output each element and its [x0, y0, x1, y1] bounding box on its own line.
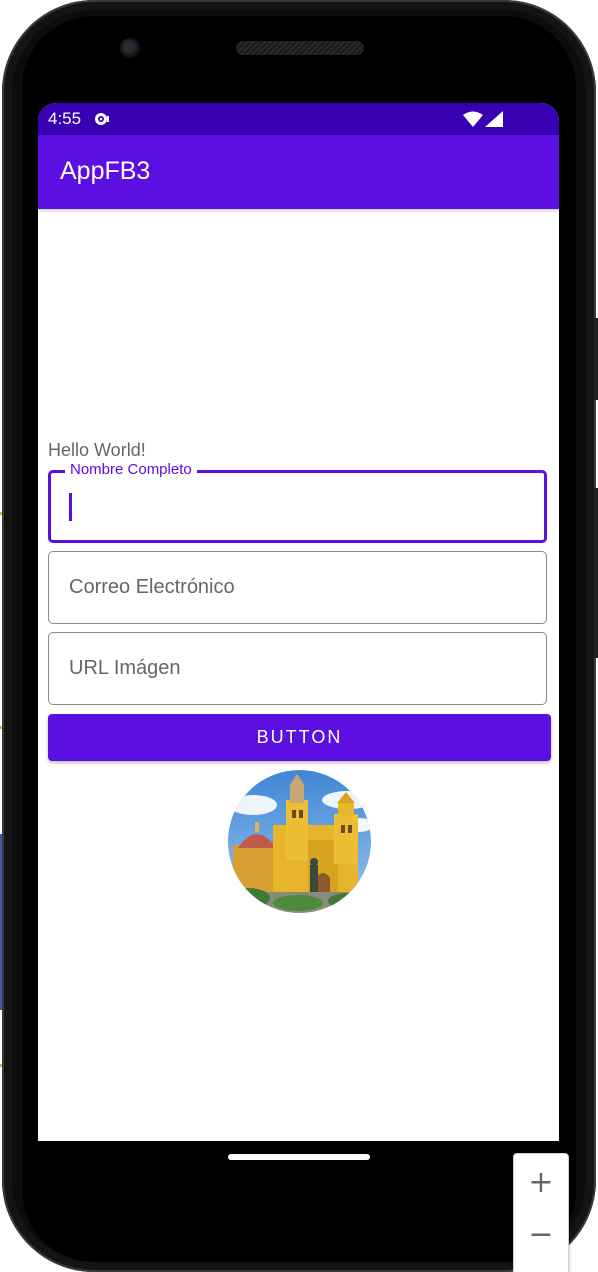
- zoom-in-button[interactable]: +: [514, 1158, 568, 1208]
- emulator-window: 4:55 AppFB3 Hello World! Nombre Completo: [0, 0, 598, 1272]
- app-title: AppFB3: [60, 157, 151, 185]
- status-time: 4:55: [48, 109, 82, 128]
- image-url-placeholder: URL Imágen: [69, 657, 181, 679]
- email-placeholder: Correo Electrónico: [69, 576, 235, 598]
- earpiece-speaker: [236, 41, 364, 55]
- full-name-field[interactable]: Nombre Completo: [48, 461, 547, 543]
- cell-signal-icon: [485, 111, 503, 127]
- church-photo: [228, 770, 371, 913]
- hello-text: Hello World!: [48, 440, 146, 460]
- front-camera-icon: [120, 38, 140, 58]
- cast-notification-icon: [95, 113, 109, 125]
- home-gesture-bar[interactable]: [228, 1154, 370, 1160]
- emulator-zoom-controls: + −: [513, 1153, 569, 1272]
- app-bar: AppFB3: [38, 135, 559, 209]
- status-bar: 4:55: [38, 103, 559, 135]
- profile-image: [228, 770, 371, 913]
- wifi-icon: [463, 111, 483, 127]
- power-button[interactable]: [594, 318, 598, 400]
- email-field[interactable]: Correo Electrónico: [48, 551, 547, 624]
- submit-button[interactable]: BUTTON: [48, 714, 551, 761]
- zoom-out-button[interactable]: −: [514, 1210, 568, 1260]
- text-cursor: [69, 493, 72, 521]
- full-name-label: Nombre Completo: [65, 461, 197, 478]
- device-screen: 4:55 AppFB3 Hello World! Nombre Completo: [38, 103, 559, 1141]
- volume-button[interactable]: [594, 488, 598, 658]
- image-url-field[interactable]: URL Imágen: [48, 632, 547, 705]
